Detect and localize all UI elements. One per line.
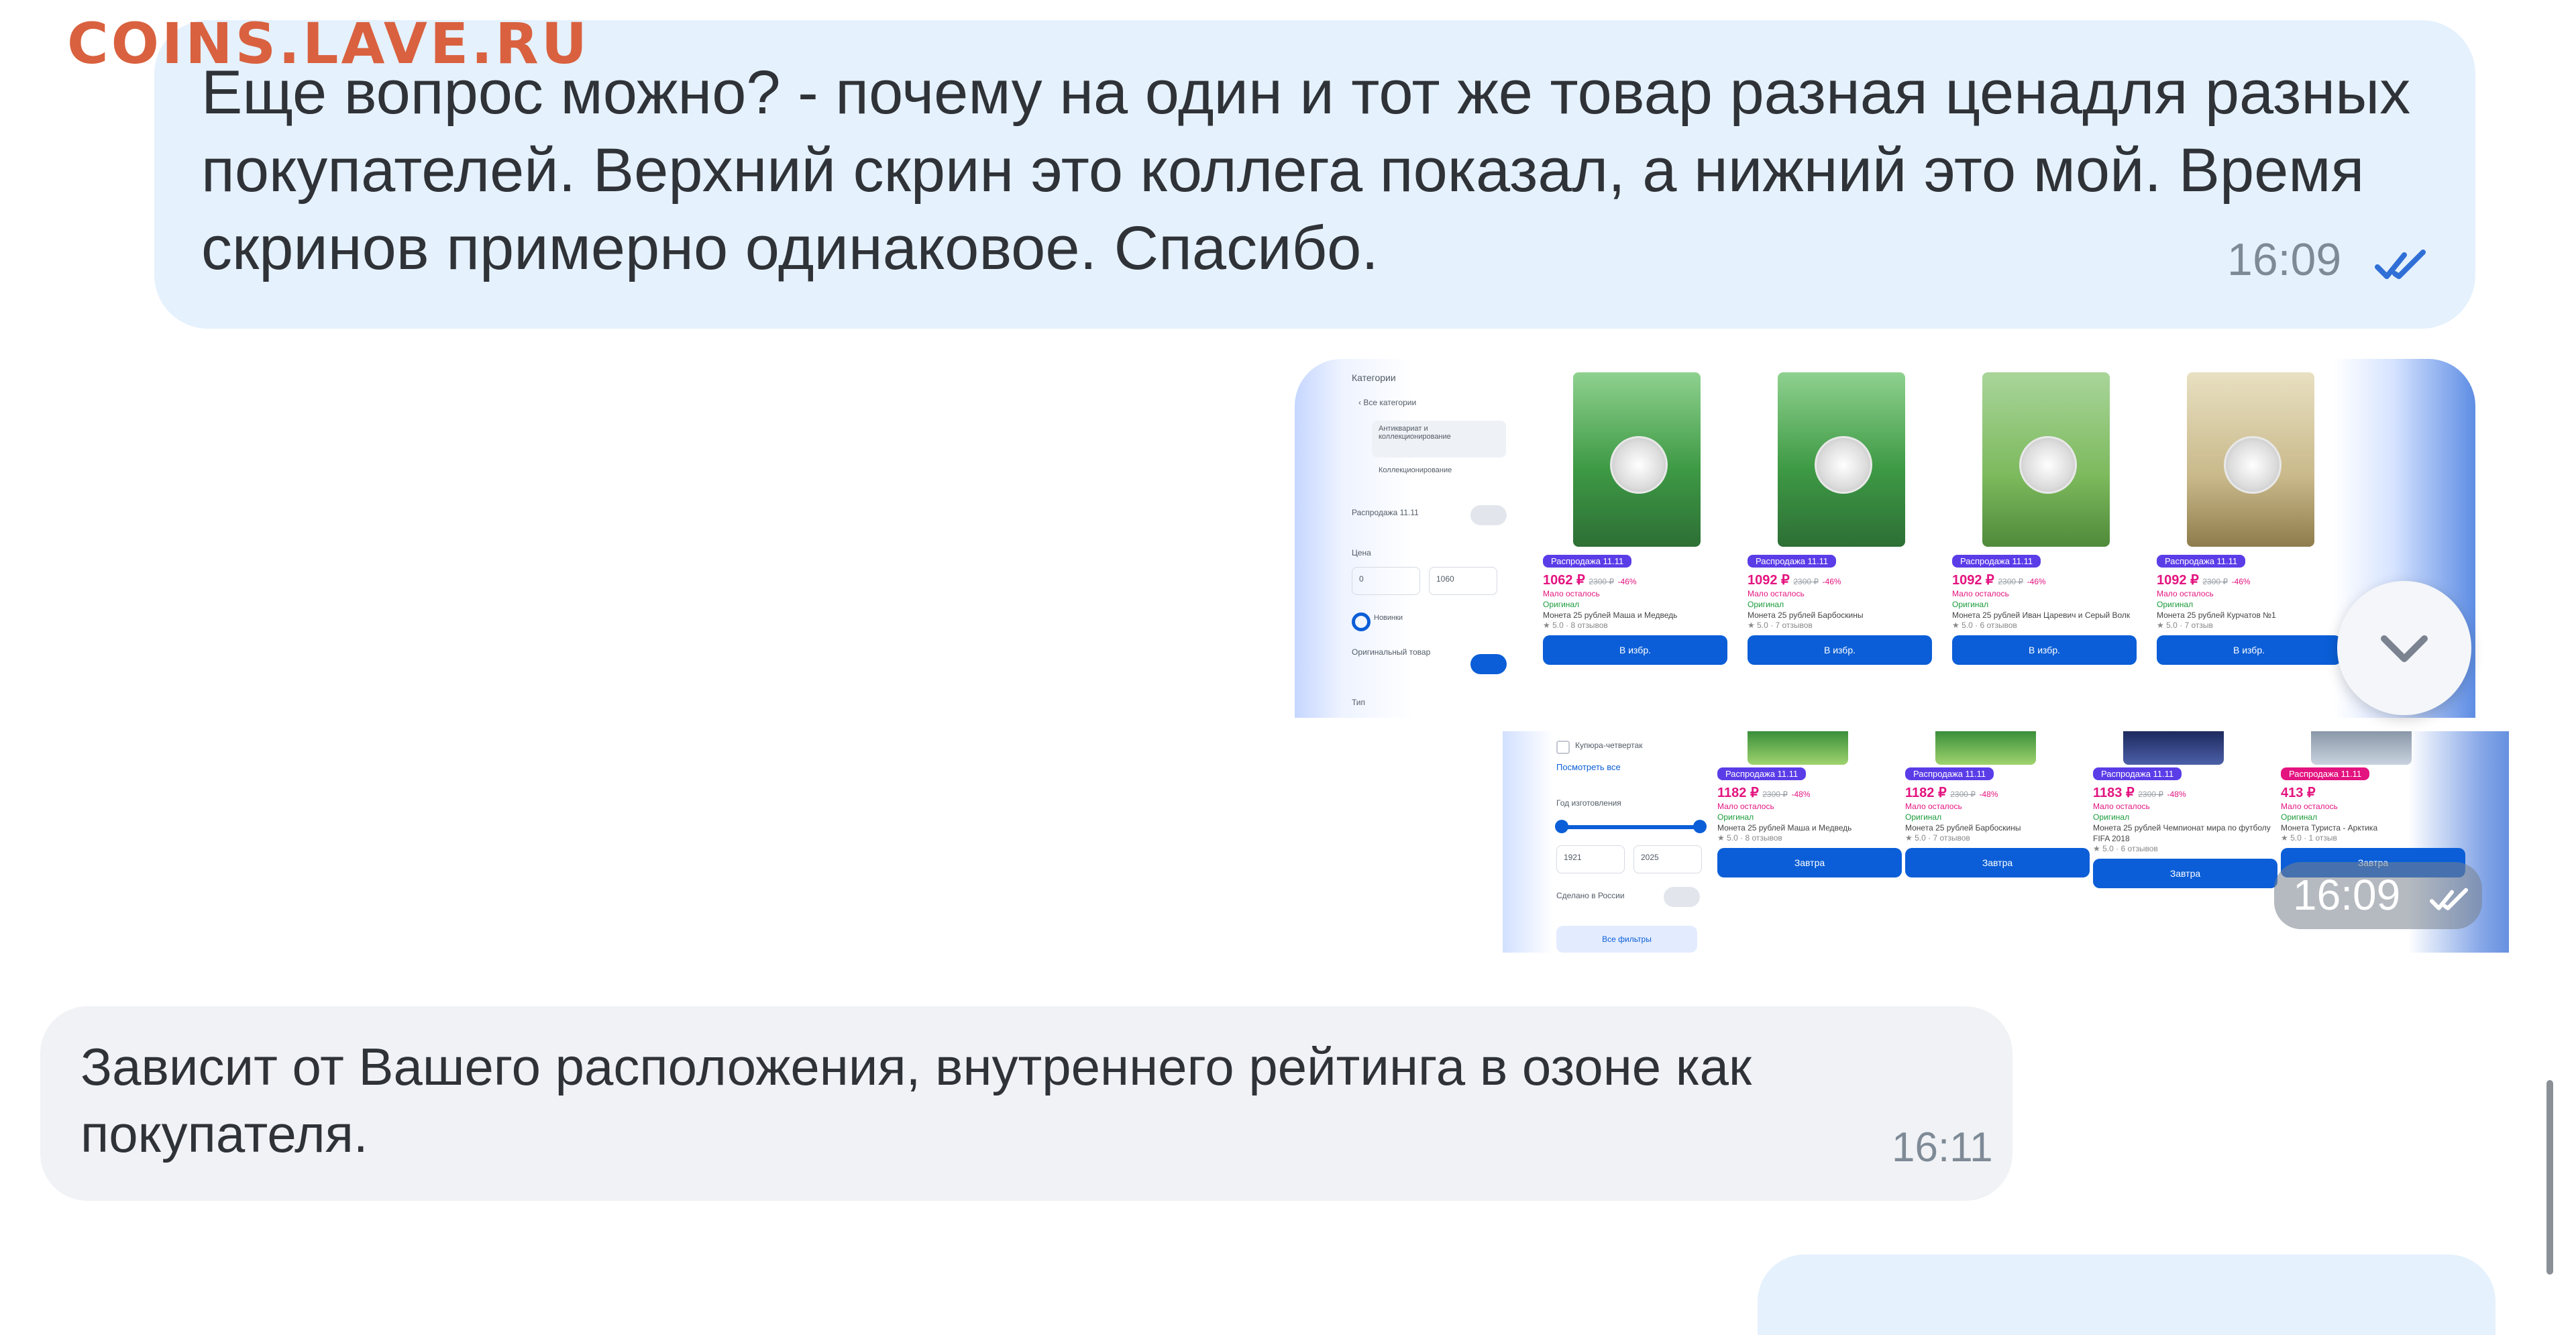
shot-slider-handle: [1693, 820, 1707, 833]
shot-sidebar-selected: Антиквариат и коллекционирование: [1372, 421, 1506, 458]
product-card: Распродажа 11.11 1092 ₽ 2300 ₽ -46% Мало…: [1748, 372, 1935, 665]
shot-show-all-link: Посмотреть все: [1556, 762, 1621, 772]
shot-favorite-button: В избр.: [2157, 635, 2341, 665]
shot-slider-handle: [1555, 820, 1568, 833]
shot-made-in-russia-label: Сделано в России: [1556, 891, 1625, 900]
watermark: COINS.LAVE.RU: [67, 11, 590, 76]
shot-sidebar-back-link: ‹ Все категории: [1358, 398, 1417, 407]
double-check-icon: [2430, 888, 2468, 910]
product-card: Распродажа 11.11 1092 ₽ 2300 ₽ -46% Мало…: [2157, 372, 2345, 665]
message-text: Еще вопрос можно? - почему на один и тот…: [201, 58, 2411, 282]
shot-year-from: 1921: [1556, 845, 1625, 873]
scroll-down-button[interactable]: [2337, 581, 2471, 715]
attachment-screenshot-top[interactable]: Категории ‹ Все категории Антиквариат и …: [1295, 359, 2475, 718]
shot-sidebar-heading: Категории: [1352, 372, 1396, 383]
message-time: 16:09: [2293, 871, 2401, 919]
product-card: Распродажа 11.11 1182 ₽ 2300 ₽ -48% Мало…: [1717, 731, 1905, 877]
shot-toggle-off: [1470, 505, 1507, 525]
shot-sidebar-item: Коллекционирование: [1379, 466, 1452, 474]
message-time: 16:09: [2227, 234, 2342, 285]
shot-favorite-button: В избр.: [1543, 635, 1727, 665]
shot-toggle-on: [1470, 654, 1507, 674]
shot-toggle-off: [1664, 887, 1700, 907]
shot-price-from: 0: [1352, 567, 1420, 595]
shot-checkbox: [1556, 741, 1570, 754]
shot-price-to: 1060: [1429, 567, 1497, 595]
shot-delivery-button: Завтра: [1905, 848, 2090, 877]
product-card: Распродажа 11.11 1092 ₽ 2300 ₽ -46% Мало…: [1952, 372, 2140, 665]
shot-year-label: Год изготовления: [1556, 798, 1621, 808]
double-check-icon: [2375, 250, 2426, 279]
product-card: Распродажа 11.11 1062 ₽ 2300 ₽ -46% Мало…: [1543, 372, 1731, 665]
shot-year-slider: [1560, 825, 1701, 829]
shot-original-label: Оригинальный товар: [1352, 647, 1431, 657]
product-card: Распродажа 11.11 1182 ₽ 2300 ₽ -48% Мало…: [1905, 731, 2093, 877]
product-card: Распродажа 11.11 413 ₽ Мало осталось Ори…: [2281, 731, 2469, 877]
shot-favorite-button: В избр.: [1748, 635, 1932, 665]
shot-year-to: 2025: [1633, 845, 1702, 873]
product-card: Распродажа 11.11 1183 ₽ 2300 ₽ -48% Мало…: [2093, 731, 2281, 888]
shot-all-filters-button: Все фильтры: [1556, 926, 1697, 953]
shot-type-label: Тип: [1352, 698, 1366, 707]
chevron-down-icon: [2381, 635, 2428, 662]
scrollbar[interactable]: [2546, 1080, 2553, 1275]
shot-filter-label: Купюра-четвертак: [1575, 741, 1643, 750]
image-time-overlay: 16:09: [2274, 862, 2482, 929]
message-text: Зависит от Вашего расположения, внутренн…: [80, 1037, 1752, 1163]
message-time: 16:11: [1892, 1124, 1993, 1171]
shot-radio: [1352, 612, 1371, 631]
shot-delivery-button: Завтра: [2093, 859, 2277, 888]
message-bubble-outgoing-partial[interactable]: [1758, 1254, 2496, 1335]
shot-price-label: Цена: [1352, 548, 1371, 557]
shot-delivery-button: Завтра: [1717, 848, 1902, 877]
shot-radio-label: Новинки: [1374, 614, 1403, 622]
shot-favorite-button: В избр.: [1952, 635, 2137, 665]
shot-filter-label: Распродажа 11.11: [1352, 508, 1419, 517]
